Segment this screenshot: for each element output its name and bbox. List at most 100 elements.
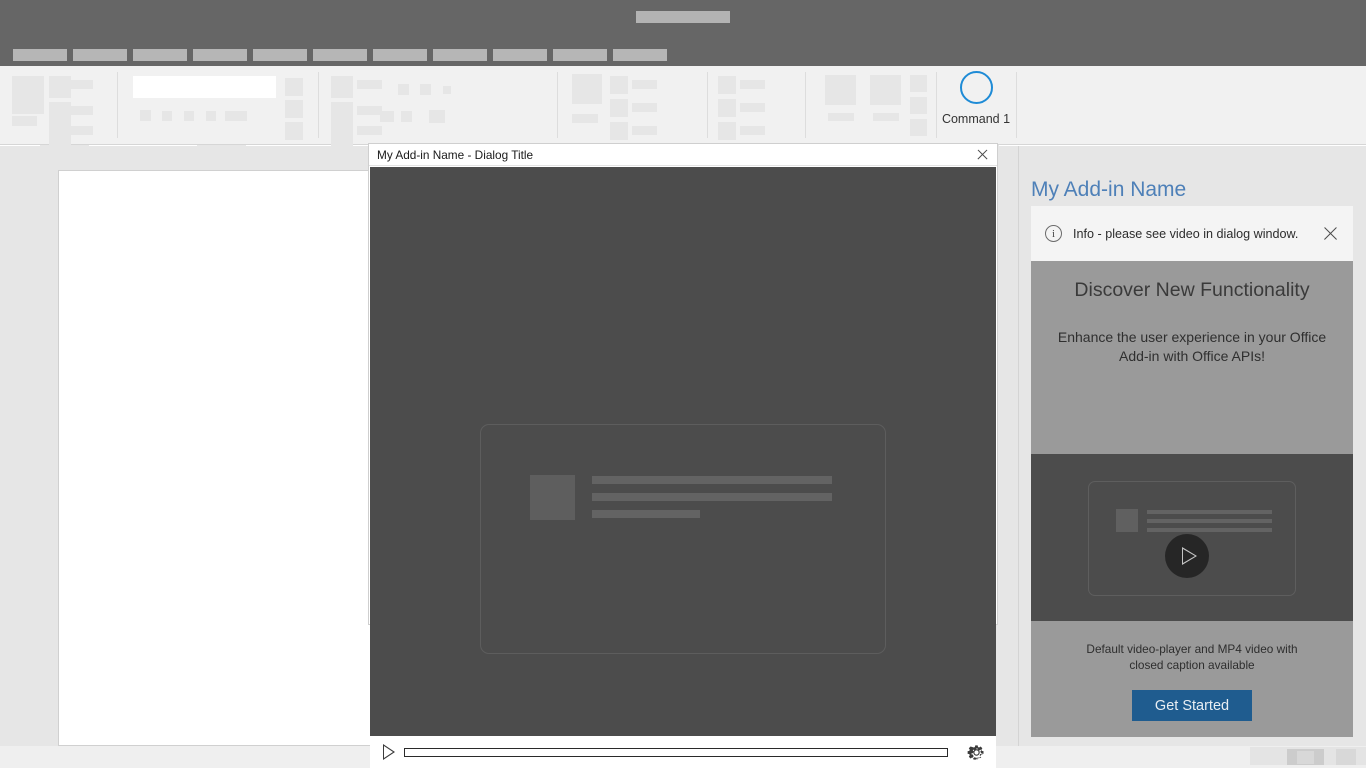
ribbon-ghost-item[interactable] — [140, 110, 151, 121]
ribbon-ghost-item[interactable] — [285, 78, 303, 96]
ribbon-ghost-item[interactable] — [632, 126, 657, 135]
gear-icon — [967, 744, 984, 760]
circle-outline-icon — [959, 71, 993, 104]
ribbon-tab-6[interactable] — [313, 49, 367, 61]
ribbon-tab-1[interactable] — [13, 49, 67, 61]
info-message-close-button[interactable] — [1313, 217, 1347, 251]
ribbon-separator — [117, 72, 118, 138]
ribbon-ghost-item[interactable] — [572, 74, 602, 104]
ribbon-tab-strip[interactable] — [0, 44, 1366, 66]
ribbon-ghost-item[interactable] — [825, 75, 856, 105]
ribbon-ghost-item[interactable] — [68, 106, 93, 115]
ribbon-ghost-item[interactable] — [68, 126, 93, 135]
ribbon-tab-5[interactable] — [253, 49, 307, 61]
ribbon-ghost-item[interactable] — [184, 111, 194, 121]
ribbon-ghost-item[interactable] — [162, 111, 172, 121]
play-icon — [383, 744, 395, 760]
ribbon-ghost-item[interactable] — [873, 113, 899, 121]
command-1-label: Command 1 — [941, 112, 1011, 126]
ribbon-ghost-item[interactable] — [828, 113, 854, 121]
ribbon — [0, 66, 1366, 153]
info-message-bar: i Info - please see video in dialog wind… — [1031, 206, 1353, 261]
placeholder-line — [1147, 528, 1272, 532]
placeholder-line — [592, 476, 832, 484]
play-icon — [1182, 547, 1197, 565]
ribbon-ghost-item[interactable] — [285, 100, 303, 118]
hero-subtitle: Enhance the user experience in your Offi… — [1057, 329, 1327, 364]
hero-section: Discover New Functionality Enhance the u… — [1031, 261, 1353, 400]
task-pane-video-thumbnail[interactable] — [1031, 454, 1353, 621]
window-title-placeholder — [636, 11, 730, 23]
ribbon-tab-4[interactable] — [193, 49, 247, 61]
dialog-video-surface[interactable] — [370, 167, 996, 736]
ribbon-ghost-item[interactable] — [331, 102, 353, 124]
video-progress-slider[interactable] — [404, 747, 948, 757]
close-icon — [1322, 225, 1339, 242]
ribbon-separator — [1016, 72, 1017, 138]
view-layout-button-inner — [1297, 751, 1314, 764]
get-started-button[interactable]: Get Started — [1132, 690, 1252, 721]
video-play-button[interactable] — [370, 736, 404, 768]
dialog-title: My Add-in Name - Dialog Title — [377, 147, 534, 162]
ribbon-ghost-item[interactable] — [443, 86, 451, 94]
hero-title: Discover New Functionality — [1074, 279, 1310, 301]
ribbon-separator — [707, 72, 708, 138]
ribbon-ghost-item[interactable] — [357, 80, 382, 89]
ribbon-tab-3[interactable] — [133, 49, 187, 61]
ribbon-ghost-item[interactable] — [740, 103, 765, 112]
ribbon-ghost-item[interactable] — [632, 103, 657, 112]
ribbon-tab-10[interactable] — [553, 49, 607, 61]
ribbon-ghost-item[interactable] — [572, 114, 598, 123]
ribbon-ghost-item[interactable] — [68, 80, 93, 89]
info-message-text: Info - please see video in dialog window… — [1073, 226, 1299, 241]
ribbon-separator — [318, 72, 319, 138]
ribbon-ghost-item[interactable] — [610, 99, 628, 117]
ribbon-ghost-item[interactable] — [910, 119, 927, 136]
play-button[interactable] — [1165, 534, 1209, 578]
ribbon-ghost-item[interactable] — [610, 122, 628, 140]
command-1-button[interactable]: Command 1 — [936, 66, 1016, 138]
ribbon-ghost-item[interactable] — [632, 80, 657, 89]
ribbon-ghost-item[interactable] — [718, 99, 736, 117]
ribbon-ghost-item[interactable] — [331, 76, 353, 98]
ribbon-ghost-item[interactable] — [740, 80, 765, 89]
ribbon-separator — [557, 72, 558, 138]
ribbon-ghost-item[interactable] — [225, 111, 247, 121]
ribbon-ghost-item[interactable] — [718, 76, 736, 94]
close-icon — [976, 148, 989, 161]
info-icon: i — [1045, 225, 1062, 242]
ribbon-ghost-item[interactable] — [429, 110, 445, 123]
ribbon-ghost-item[interactable] — [380, 111, 394, 122]
placeholder-square — [1116, 509, 1138, 532]
ribbon-ghost-item[interactable] — [12, 116, 37, 126]
ribbon-ghost-item[interactable] — [357, 106, 382, 115]
ribbon-ghost-item[interactable] — [357, 126, 382, 135]
ribbon-ghost-item[interactable] — [910, 75, 927, 92]
dialog-close-button[interactable] — [967, 144, 997, 166]
ribbon-ghost-item[interactable] — [401, 111, 412, 122]
addin-task-pane: My Add-in Name i Info - please see video… — [1018, 146, 1366, 750]
task-pane-title: My Add-in Name — [1031, 178, 1187, 201]
ribbon-tab-11[interactable] — [613, 49, 667, 61]
ribbon-ghost-item[interactable] — [331, 124, 353, 146]
placeholder-line — [592, 493, 832, 501]
ribbon-ghost-item[interactable] — [420, 84, 431, 95]
ribbon-ghost-item[interactable] — [610, 76, 628, 94]
view-zoom-button[interactable] — [1336, 749, 1356, 765]
placeholder-square — [530, 475, 575, 520]
ribbon-ghost-item[interactable] — [285, 122, 303, 140]
office-application-window: Command 1 ne My Add-in Name i Info - ple… — [0, 0, 1366, 768]
ribbon-tab-7[interactable] — [373, 49, 427, 61]
ribbon-ghost-item[interactable] — [910, 97, 927, 114]
ribbon-search-input[interactable] — [133, 76, 276, 98]
ribbon-tab-2[interactable] — [73, 49, 127, 61]
ribbon-ghost-item[interactable] — [718, 122, 736, 140]
ribbon-ghost-item[interactable] — [12, 76, 44, 114]
ribbon-ghost-item[interactable] — [398, 84, 409, 95]
ribbon-tab-9[interactable] — [493, 49, 547, 61]
video-settings-button[interactable] — [956, 736, 996, 768]
ribbon-ghost-item[interactable] — [206, 111, 216, 121]
ribbon-tab-8[interactable] — [433, 49, 487, 61]
ribbon-ghost-item[interactable] — [740, 126, 765, 135]
ribbon-ghost-item[interactable] — [870, 75, 901, 105]
